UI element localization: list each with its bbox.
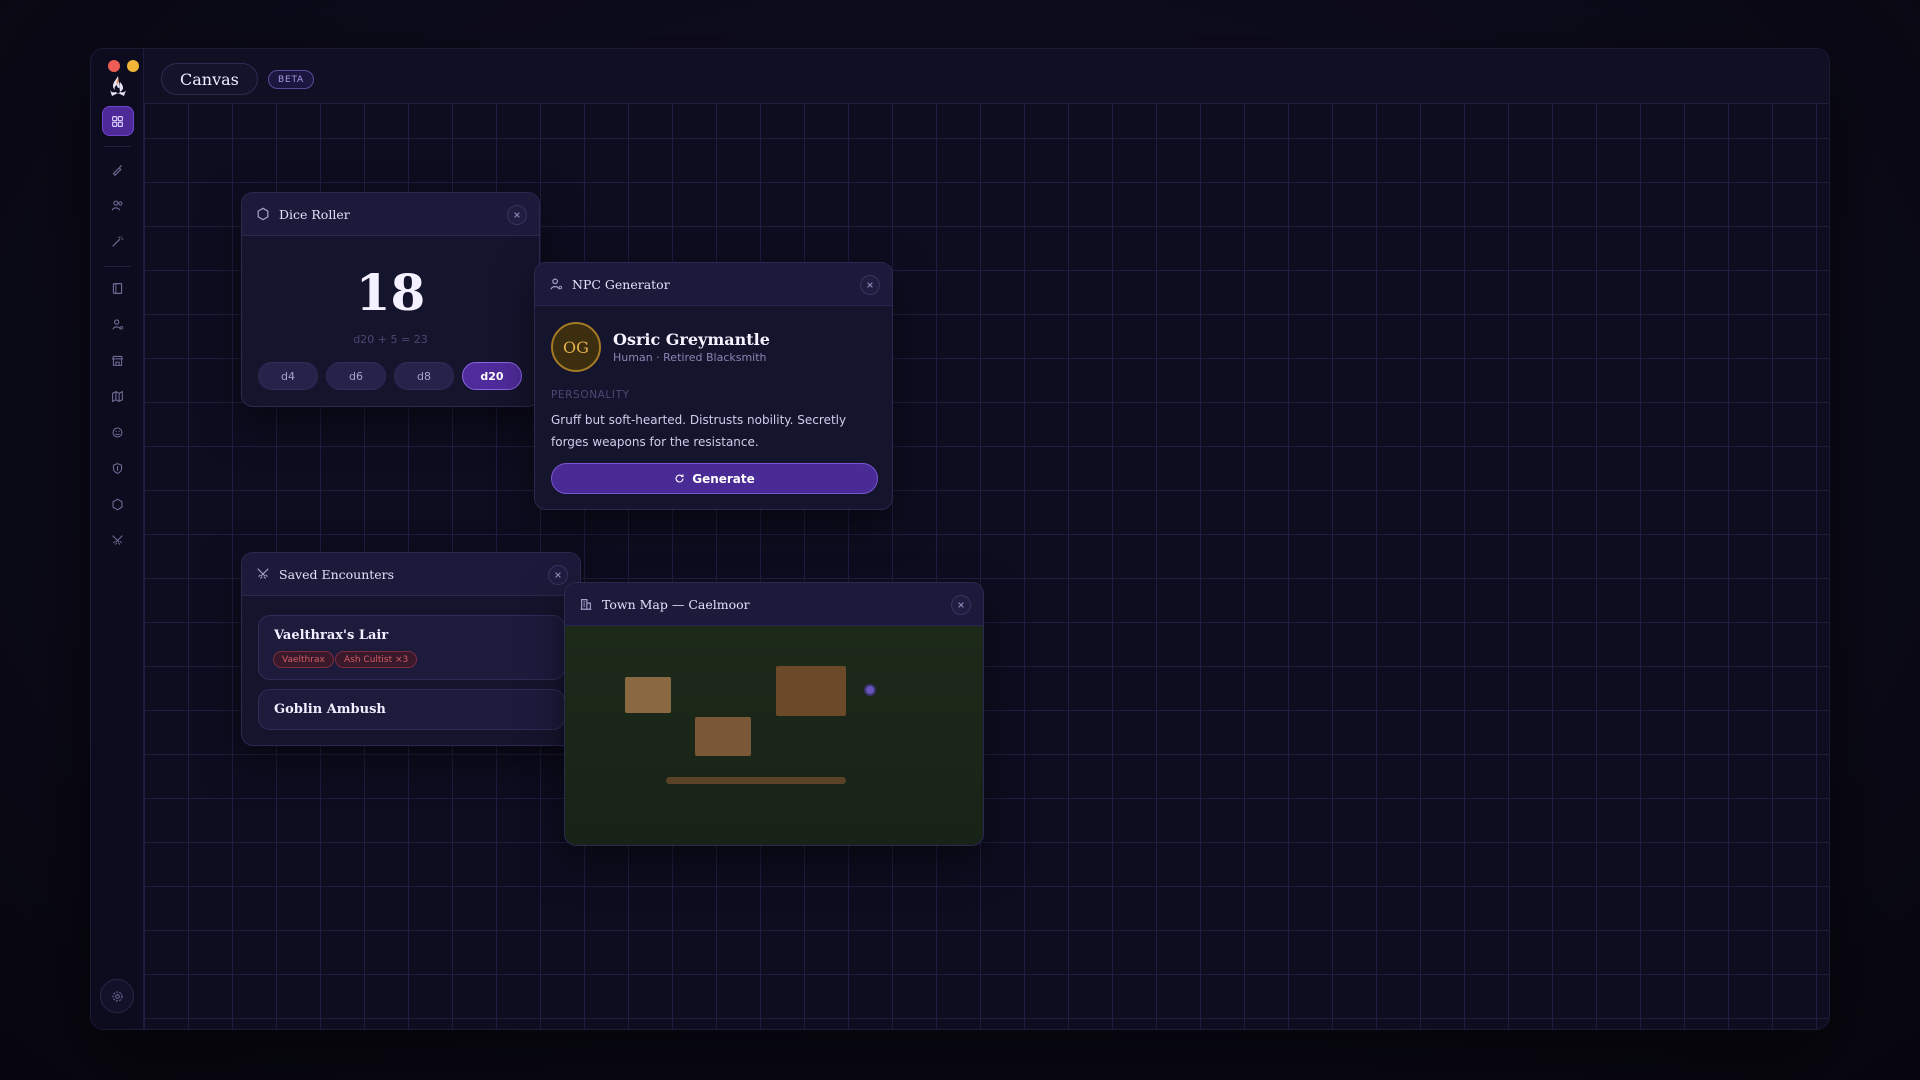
close-panel-button[interactable]: [548, 565, 568, 585]
close-panel-button[interactable]: [860, 275, 880, 295]
town-map-view[interactable]: [565, 626, 983, 845]
panel-title: Dice Roller: [279, 206, 350, 222]
close-icon: [867, 282, 873, 288]
sidebar-item-book[interactable]: [91, 273, 144, 303]
panel-header[interactable]: Town Map — Caelmoor: [565, 583, 983, 626]
shield-icon: [102, 453, 134, 483]
close-icon: [958, 602, 964, 608]
sidebar-item-faces[interactable]: [91, 417, 144, 447]
close-icon: [514, 212, 520, 218]
hexagon-icon: [256, 207, 270, 221]
panel-title: Town Map — Caelmoor: [602, 596, 750, 612]
brush-icon: [102, 154, 134, 184]
settings-icon: [112, 991, 122, 1001]
npc-avatar: OG: [551, 322, 601, 372]
app-window: Canvas BETA Dice Roller 18 d20 + 5 = 23 …: [90, 48, 1830, 1030]
map-building[interactable]: [695, 717, 751, 756]
sidebar: [91, 49, 158, 1029]
npc-subtitle: Human · Retired Blacksmith: [613, 351, 767, 364]
saved-encounters-panel[interactable]: Saved Encounters Vaelthrax's Lair Vaelth…: [241, 552, 581, 746]
dice-formula: d20 + 5 = 23: [353, 333, 428, 346]
users-icon: [102, 190, 134, 220]
book-icon: [102, 273, 134, 303]
map-icon: [102, 381, 134, 411]
panel-title: Saved Encounters: [279, 566, 395, 582]
sidebar-divider: [104, 266, 131, 267]
encounter-tag: Vaelthrax: [273, 651, 334, 668]
settings-button[interactable]: [100, 979, 134, 1013]
close-panel-button[interactable]: [951, 595, 971, 615]
app-logo: [101, 69, 135, 103]
sidebar-item-wand[interactable]: [91, 226, 144, 256]
canvas-area[interactable]: Dice Roller 18 d20 + 5 = 23 d4 d6 d8 d20…: [144, 104, 1829, 1029]
panel-title: NPC Generator: [572, 276, 670, 292]
wand-icon: [102, 226, 134, 256]
sidebar-divider: [104, 146, 131, 147]
encounter-name: Vaelthrax's Lair: [274, 628, 389, 643]
map-marker[interactable]: [864, 684, 876, 696]
die-d4-button[interactable]: d4: [258, 362, 318, 390]
map-road: [666, 777, 846, 784]
store-icon: [102, 345, 134, 375]
tab-canvas[interactable]: Canvas: [161, 63, 258, 95]
die-d6-button[interactable]: d6: [326, 362, 386, 390]
generate-button-label: Generate: [692, 471, 755, 486]
personality-label: PERSONALITY: [551, 389, 630, 401]
sidebar-item-encounters[interactable]: [91, 525, 144, 555]
npc-generator-panel[interactable]: NPC Generator OG Osric Greymantle Human …: [534, 262, 893, 510]
sidebar-item-users[interactable]: [91, 190, 144, 220]
beta-badge: BETA: [268, 70, 315, 89]
close-icon: [555, 572, 561, 578]
town-map-panel[interactable]: Town Map — Caelmoor: [564, 582, 984, 846]
sidebar-item-shield[interactable]: [91, 453, 144, 483]
panel-header[interactable]: NPC Generator: [535, 263, 892, 306]
sidebar-item-npc[interactable]: [91, 309, 144, 339]
sidebar-item-brush[interactable]: [91, 154, 144, 184]
encounter-item[interactable]: Vaelthrax's Lair Vaelthrax Ash Cultist ×…: [258, 615, 565, 680]
sidebar-item-store[interactable]: [91, 345, 144, 375]
building-icon: [579, 597, 593, 611]
person-icon: [549, 277, 563, 291]
dice-roller-panel[interactable]: Dice Roller 18 d20 + 5 = 23 d4 d6 d8 d20: [241, 192, 540, 407]
map-building[interactable]: [776, 666, 846, 716]
die-d20-button[interactable]: d20: [462, 362, 522, 390]
person-icon: [102, 309, 134, 339]
refresh-icon: [675, 474, 684, 483]
panel-header[interactable]: Dice Roller: [242, 193, 539, 236]
swords-icon: [102, 525, 134, 555]
hexagon-icon: [102, 489, 134, 519]
npc-name: Osric Greymantle: [613, 330, 770, 349]
generate-button[interactable]: Generate: [551, 463, 878, 494]
smile-icon: [102, 417, 134, 447]
flame-icon: [110, 76, 126, 96]
sidebar-item-canvas[interactable]: [91, 106, 144, 136]
sidebar-item-map[interactable]: [91, 381, 144, 411]
top-bar: Canvas BETA: [144, 49, 1829, 104]
grid-icon: [101, 106, 134, 136]
swords-icon: [256, 567, 270, 581]
personality-text: Gruff but soft-hearted. Distrusts nobili…: [551, 413, 847, 449]
encounter-tag: Ash Cultist ×3: [335, 651, 418, 668]
close-panel-button[interactable]: [507, 205, 527, 225]
encounter-item[interactable]: Goblin Ambush: [258, 689, 565, 730]
sidebar-item-dice[interactable]: [91, 489, 144, 519]
map-building[interactable]: [625, 677, 671, 713]
panel-header[interactable]: Saved Encounters: [242, 553, 580, 596]
dice-result: 18: [355, 263, 426, 322]
dice-selector: d4 d6 d8 d20: [258, 362, 522, 390]
die-d8-button[interactable]: d8: [394, 362, 454, 390]
encounter-name: Goblin Ambush: [274, 702, 386, 717]
